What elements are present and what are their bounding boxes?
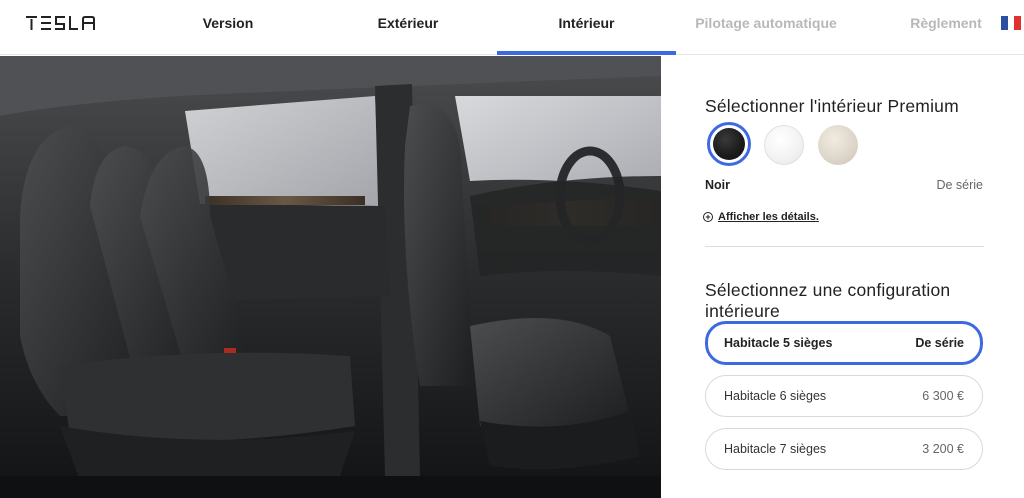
option-label: Habitacle 5 sièges [724,336,833,350]
show-details-label: Afficher les détails. [718,211,819,223]
france-flag-icon[interactable] [1001,16,1022,30]
swatch-noir[interactable] [707,122,751,166]
interior-section-title: Sélectionner l'intérieur Premium [705,96,959,116]
selected-color-price: De série [936,178,983,192]
option-price: 3 200 € [922,442,964,456]
swatch-blanc[interactable] [764,125,804,165]
configuration-section-title: Sélectionnez une configuration intérieur… [705,280,951,321]
tab-version[interactable]: Version [184,15,272,55]
plus-circle-icon: + [703,212,713,222]
tab-reglement[interactable]: Règlement [902,15,990,55]
show-details-link[interactable]: + Afficher les détails. [703,211,819,223]
selected-color-name: Noir [705,178,730,192]
option-5-seats[interactable]: Habitacle 5 sièges De série [705,321,983,365]
option-price: De série [915,336,964,350]
tab-exterieur[interactable]: Extérieur [363,15,453,55]
option-label: Habitacle 6 sièges [724,389,827,403]
option-price: 6 300 € [922,389,964,403]
section-divider [705,246,984,247]
swatch-creme[interactable] [818,125,858,165]
configuration-panel: Sélectionner l'intérieur Premium Noir De… [661,56,1024,498]
option-6-seats[interactable]: Habitacle 6 sièges 6 300 € [705,375,983,417]
top-navigation-bar: Version Extérieur Intérieur Pilotage aut… [0,0,1024,55]
tesla-logo[interactable] [26,16,98,30]
tab-pilotage-automatique[interactable]: Pilotage automatique [695,15,837,55]
interior-photo [0,56,661,498]
option-7-seats[interactable]: Habitacle 7 sièges 3 200 € [705,428,983,470]
active-tab-indicator [497,51,676,55]
option-label: Habitacle 7 sièges [724,442,827,456]
tab-interieur[interactable]: Intérieur [497,15,676,55]
